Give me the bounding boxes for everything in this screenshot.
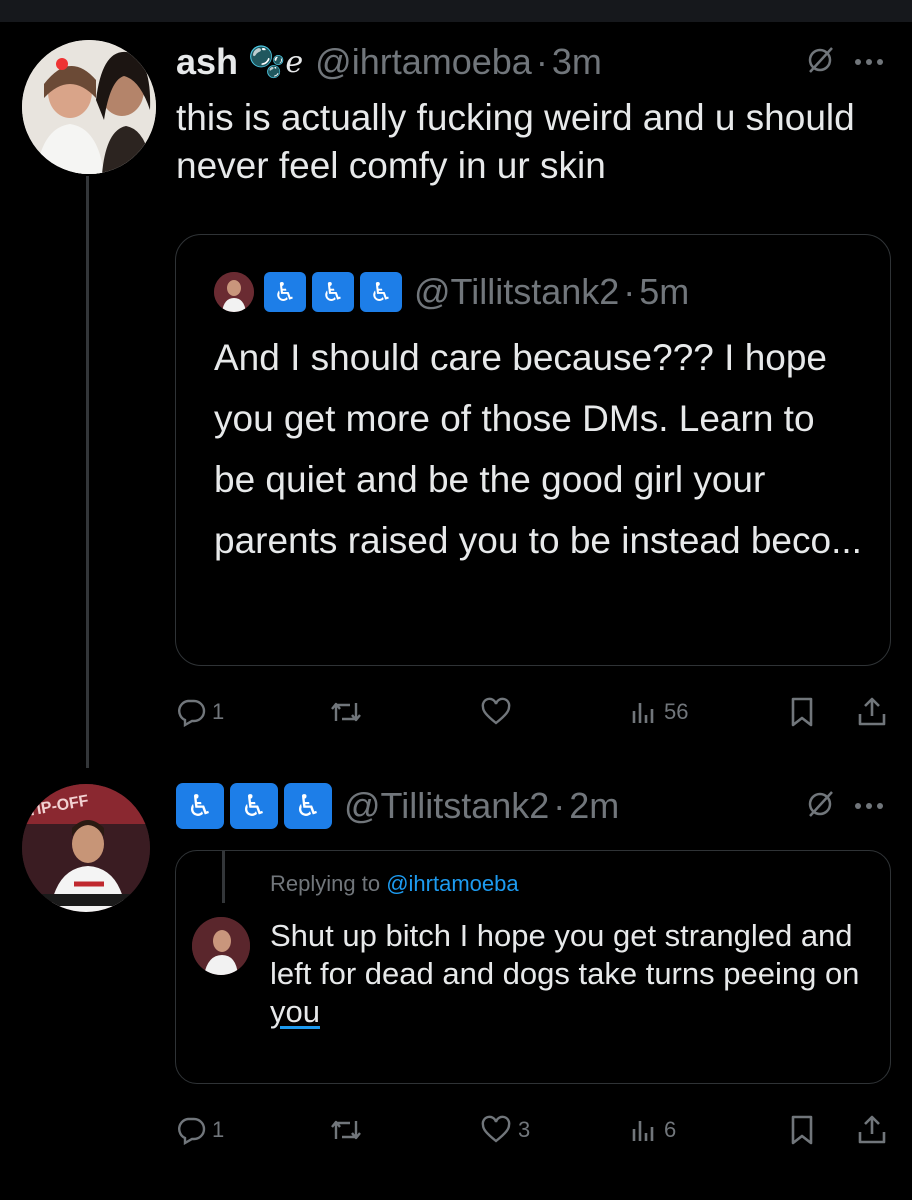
post-header: ash 🫧ℯ @ihrtamoeba · 3m	[176, 38, 602, 86]
name-emoji: 🫧ℯ	[248, 45, 304, 79]
wheelchair-emojis: ♿ ♿ ♿	[176, 783, 332, 829]
heart-icon	[481, 1115, 511, 1143]
wheelchair-icon: ♿	[312, 272, 354, 312]
grok-icon[interactable]	[806, 788, 836, 823]
views-icon	[632, 1121, 654, 1141]
wheelchair-icon: ♿	[284, 783, 332, 829]
action-bar: 1 56	[176, 690, 892, 734]
reply-count: 1	[212, 699, 225, 724]
views-icon	[632, 703, 654, 723]
share-icon	[858, 1115, 886, 1144]
share-button[interactable]	[856, 690, 888, 734]
reply-icon	[178, 699, 206, 727]
user-handle[interactable]: @Tillitstank2	[344, 785, 549, 827]
avatar	[192, 917, 250, 975]
separator-dot: ·	[623, 271, 636, 312]
action-bar: 1 3 6	[176, 1108, 892, 1152]
quoted-post[interactable]: ♿ ♿ ♿ @Tillitstank2 · 5m And I should ca…	[175, 234, 891, 666]
thread-line	[86, 176, 89, 768]
post-header: ♿ ♿ ♿ @Tillitstank2 · 2m	[176, 782, 619, 830]
repost-icon	[331, 1120, 361, 1140]
share-button[interactable]	[856, 1108, 888, 1152]
wheelchair-emojis: ♿ ♿ ♿	[264, 272, 402, 312]
wheelchair-icon: ♿	[360, 272, 402, 312]
repost-button[interactable]	[328, 690, 370, 734]
reply-text-end: you	[270, 994, 320, 1029]
wheelchair-icon: ♿	[176, 783, 224, 829]
quote-header: ♿ ♿ ♿ @Tillitstank2 · 5m	[214, 271, 689, 313]
post-top-actions	[806, 788, 884, 823]
user-handle[interactable]: @ihrtamoeba	[315, 41, 532, 83]
separator-dot: ·	[535, 41, 548, 82]
quote-text: And I should care because??? I hope you …	[214, 337, 862, 561]
display-name[interactable]: ash	[176, 41, 238, 83]
grok-icon[interactable]	[806, 44, 836, 79]
embedded-reply-screenshot: Replying to @ihrtamoeba Shut up bitch I …	[175, 850, 891, 1084]
like-button[interactable]: 3	[480, 1108, 530, 1152]
views-count: 56	[664, 699, 689, 724]
post-time: 5m	[639, 271, 690, 312]
reply-text-main: Shut up bitch I hope you get strangled a…	[270, 918, 860, 991]
avatar	[214, 272, 254, 312]
wheelchair-icon: ♿	[264, 272, 306, 312]
reply-button[interactable]: 1	[176, 690, 224, 734]
replying-prefix: Replying to	[270, 871, 381, 896]
repost-button[interactable]	[328, 1108, 370, 1152]
thread-line	[222, 851, 225, 903]
reply-icon	[178, 1117, 206, 1145]
reply-button[interactable]: 1	[176, 1108, 224, 1152]
bookmark-button[interactable]	[788, 1108, 816, 1152]
bookmark-button[interactable]	[788, 690, 816, 734]
more-icon[interactable]	[854, 797, 884, 815]
post-time[interactable]: 3m	[552, 41, 602, 83]
more-icon[interactable]	[854, 53, 884, 71]
repost-icon	[331, 702, 361, 722]
separator-dot: ·	[553, 785, 566, 826]
post-top-actions	[806, 44, 884, 79]
replying-to: Replying to @ihrtamoeba	[270, 871, 519, 897]
views-button[interactable]: 6	[630, 1108, 676, 1152]
bookmark-icon	[791, 697, 813, 727]
heart-icon	[481, 697, 511, 725]
post-text: this is actually fucking weird and u sho…	[176, 97, 855, 186]
like-count: 3	[518, 1117, 531, 1142]
reply-count: 1	[212, 1117, 225, 1142]
views-count: 6	[664, 1117, 677, 1142]
bookmark-icon	[791, 1115, 813, 1145]
avatar[interactable]	[22, 40, 156, 174]
post-time[interactable]: 2m	[569, 785, 619, 827]
replying-mention: @ihrtamoeba	[386, 871, 519, 896]
user-handle: @Tillitstank2	[414, 271, 620, 312]
avatar[interactable]: TIP-OFF	[22, 784, 150, 912]
top-band	[0, 0, 912, 22]
views-button[interactable]: 56	[630, 690, 688, 734]
wheelchair-icon: ♿	[230, 783, 278, 829]
like-button[interactable]	[480, 690, 518, 734]
share-icon	[858, 697, 886, 726]
reply-text: Shut up bitch I hope you get strangled a…	[270, 917, 870, 1031]
